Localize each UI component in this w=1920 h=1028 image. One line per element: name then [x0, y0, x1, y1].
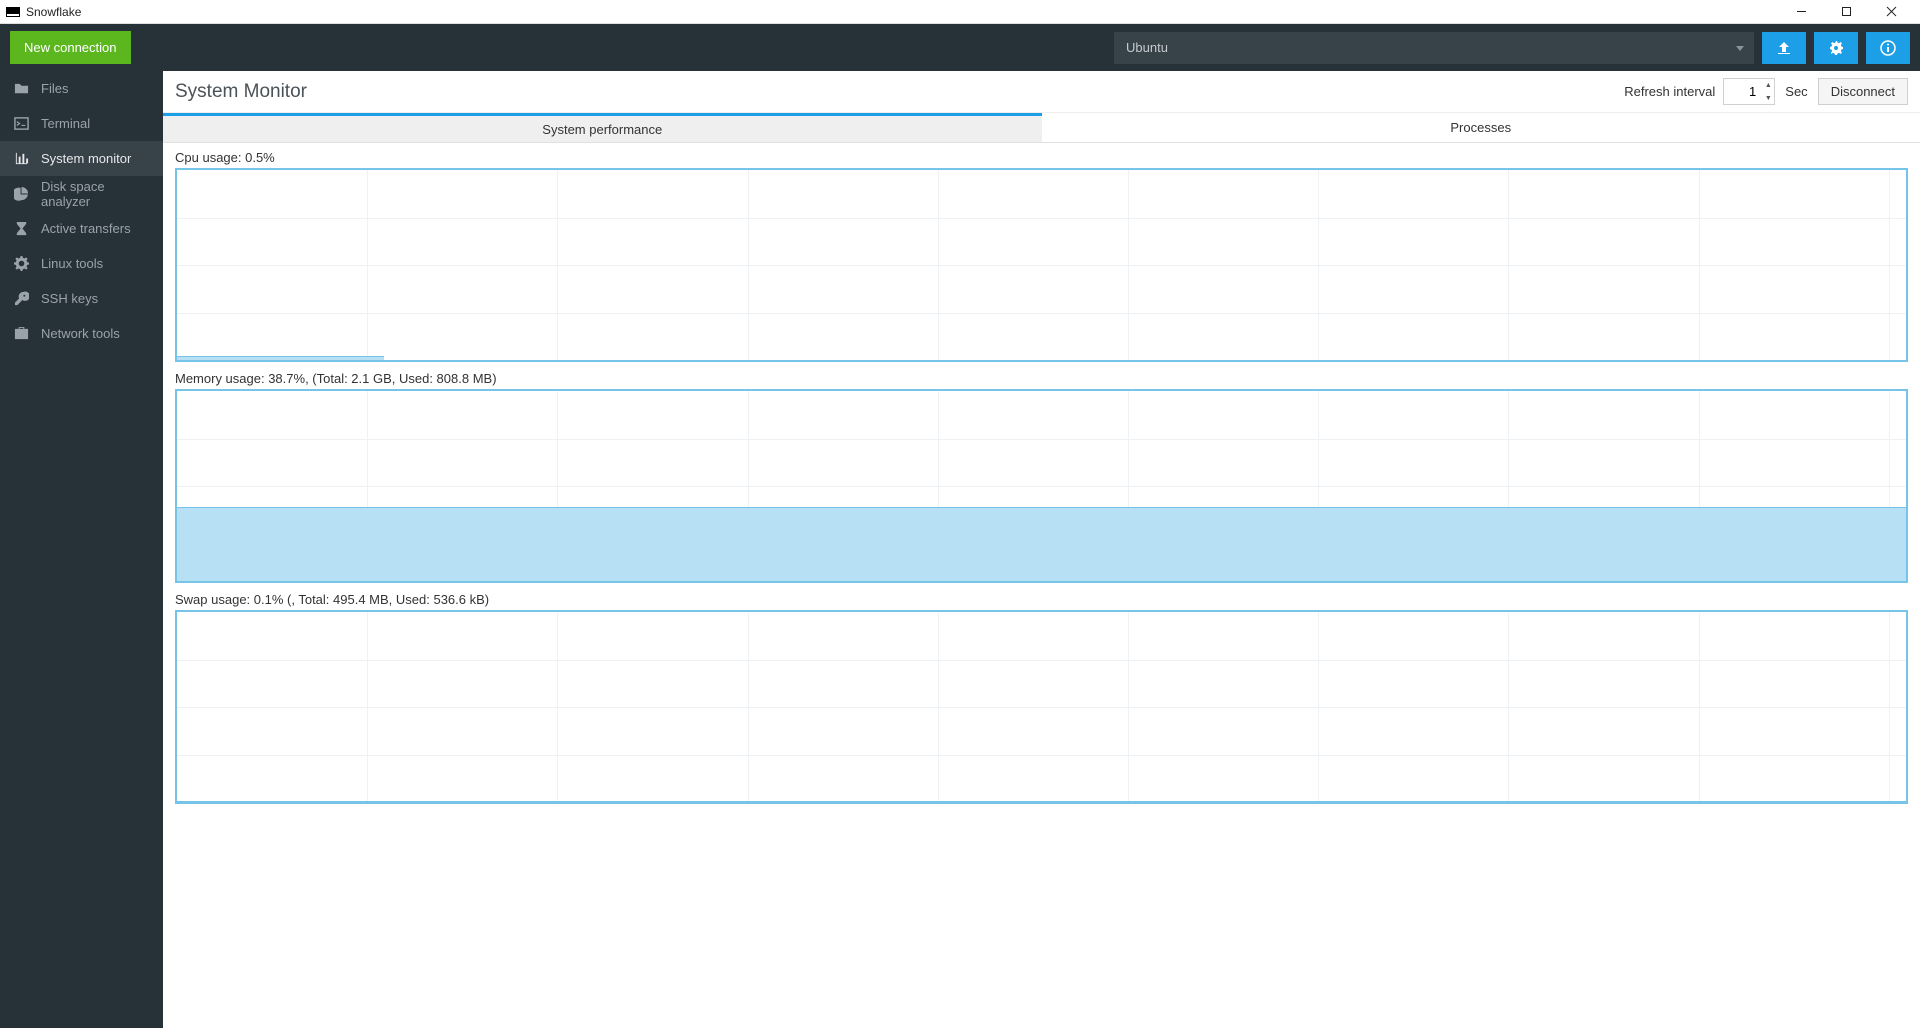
sidebar-item-system-monitor[interactable]: System monitor: [0, 141, 163, 176]
sidebar-item-files[interactable]: Files: [0, 71, 163, 106]
upload-button[interactable]: [1762, 32, 1806, 64]
memory-usage-label: Memory usage: 38.7%, (Total: 2.1 GB, Use…: [175, 371, 1908, 386]
sidebar: Files Terminal System monitor Disk space…: [0, 71, 163, 1028]
memory-usage-chart: [175, 389, 1908, 583]
refresh-interval-label: Refresh interval: [1624, 84, 1715, 99]
main-area: System Monitor Refresh interval ▲ ▼ Sec …: [163, 71, 1920, 1028]
refresh-interval-input[interactable]: [1724, 79, 1762, 104]
info-button[interactable]: [1866, 32, 1910, 64]
tab-processes[interactable]: Processes: [1042, 113, 1920, 142]
gears-icon: [1828, 40, 1844, 56]
content-area: Cpu usage: 0.5% Memory usage: 38.7%, (To…: [163, 143, 1920, 1028]
new-connection-button[interactable]: New connection: [10, 31, 131, 64]
briefcase-icon: [14, 326, 29, 341]
spinner-down-button[interactable]: ▼: [1762, 92, 1774, 105]
spinner-up-button[interactable]: ▲: [1762, 79, 1774, 92]
chart-icon: [14, 151, 29, 166]
sidebar-item-active-transfers[interactable]: Active transfers: [0, 211, 163, 246]
pie-icon: [14, 186, 29, 201]
sidebar-item-network-tools[interactable]: Network tools: [0, 316, 163, 351]
cpu-usage-chart: [175, 168, 1908, 362]
sidebar-item-label: Linux tools: [41, 256, 103, 271]
folder-icon: [14, 81, 29, 96]
sidebar-item-terminal[interactable]: Terminal: [0, 106, 163, 141]
sidebar-item-label: SSH keys: [41, 291, 98, 306]
minimize-button[interactable]: [1779, 0, 1824, 24]
sidebar-item-label: Files: [41, 81, 68, 96]
sidebar-item-label: Terminal: [41, 116, 90, 131]
sidebar-item-label: Disk space analyzer: [41, 179, 149, 209]
close-button[interactable]: [1869, 0, 1914, 24]
info-icon: [1880, 40, 1896, 56]
app-icon: [6, 7, 20, 17]
page-title: System Monitor: [175, 81, 307, 103]
settings-button[interactable]: [1814, 32, 1858, 64]
sidebar-item-label: Active transfers: [41, 221, 131, 236]
tabs: System performance Processes: [163, 113, 1920, 143]
upload-icon: [1776, 40, 1792, 56]
main-header: System Monitor Refresh interval ▲ ▼ Sec …: [163, 71, 1920, 113]
window-title: Snowflake: [26, 5, 81, 19]
sidebar-item-ssh-keys[interactable]: SSH keys: [0, 281, 163, 316]
disconnect-button[interactable]: Disconnect: [1818, 78, 1908, 105]
connection-dropdown[interactable]: Ubuntu: [1114, 32, 1754, 64]
maximize-button[interactable]: [1824, 0, 1869, 24]
swap-usage-label: Swap usage: 0.1% (, Total: 495.4 MB, Use…: [175, 592, 1908, 607]
terminal-icon: [14, 116, 29, 131]
sidebar-item-disk-analyzer[interactable]: Disk space analyzer: [0, 176, 163, 211]
key-icon: [14, 291, 29, 306]
hourglass-icon: [14, 221, 29, 236]
sidebar-item-label: Network tools: [41, 326, 120, 341]
gear-icon: [14, 256, 29, 271]
refresh-interval-spinner[interactable]: ▲ ▼: [1723, 78, 1775, 105]
window-titlebar: Snowflake: [0, 0, 1920, 24]
sidebar-item-linux-tools[interactable]: Linux tools: [0, 246, 163, 281]
sec-label: Sec: [1785, 84, 1807, 99]
tab-system-performance[interactable]: System performance: [163, 113, 1042, 142]
connection-dropdown-value: Ubuntu: [1126, 40, 1168, 55]
topbar: New connection Ubuntu: [0, 24, 1920, 71]
cpu-usage-label: Cpu usage: 0.5%: [175, 150, 1908, 165]
swap-usage-chart: [175, 610, 1908, 804]
sidebar-item-label: System monitor: [41, 151, 131, 166]
